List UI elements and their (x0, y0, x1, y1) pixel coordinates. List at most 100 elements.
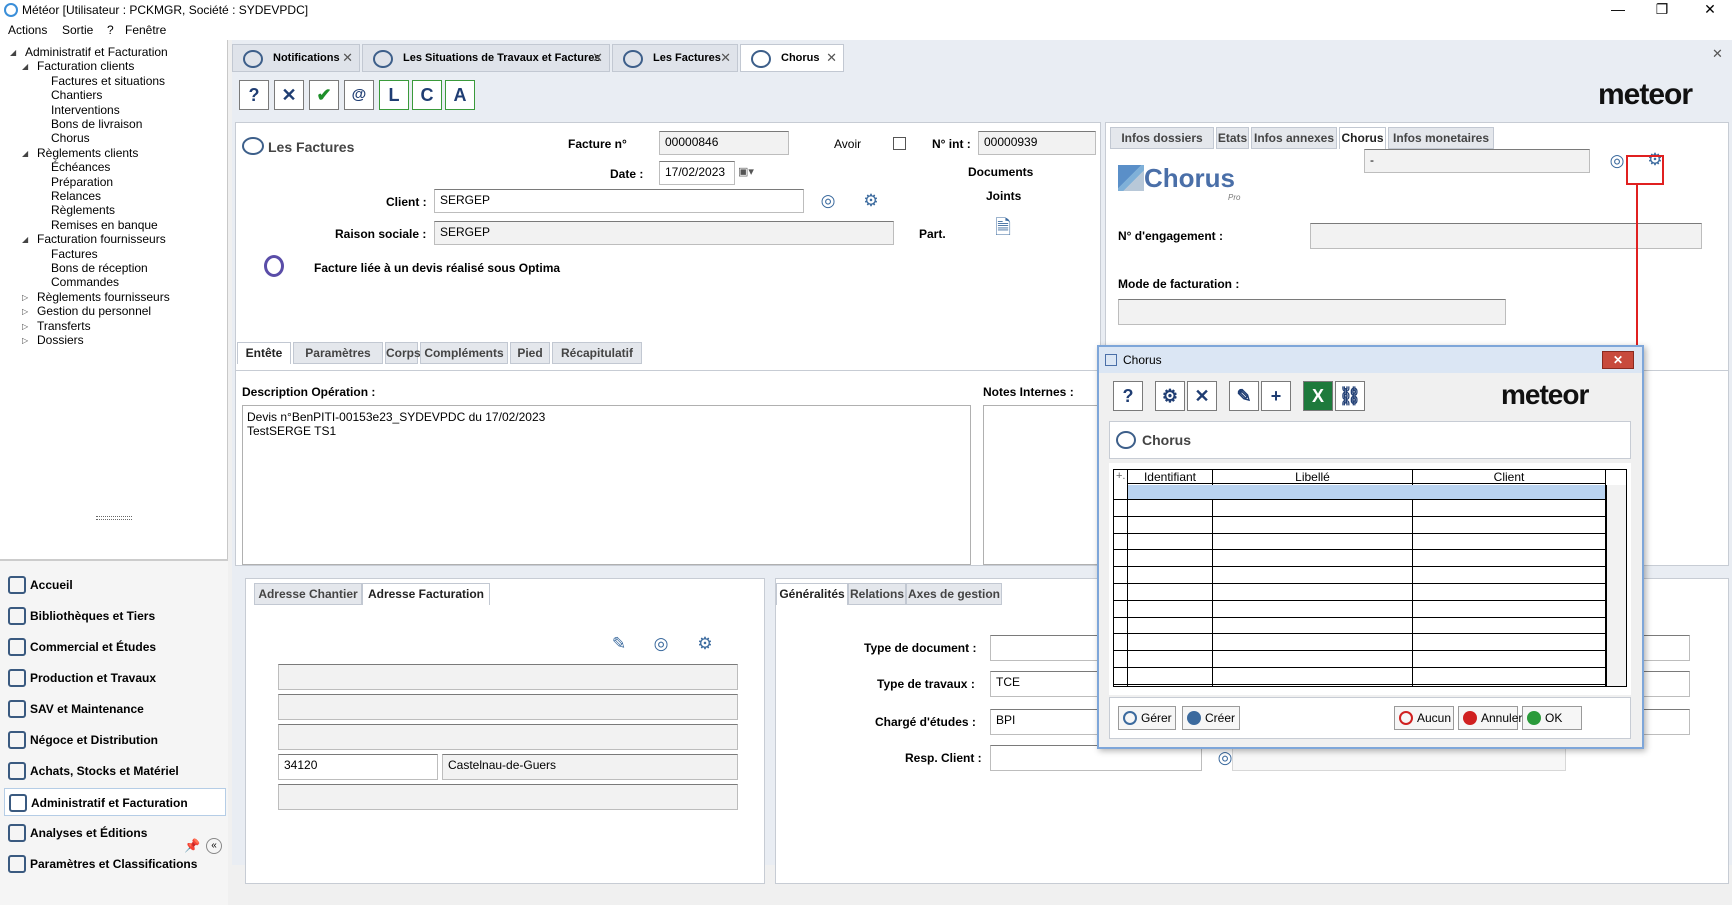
entete-tab[interactable]: Pied (510, 342, 550, 364)
tab-situations[interactable]: Les Situations de Travaux et Factures ✕ (362, 44, 610, 72)
close-icon[interactable]: ✕ (592, 51, 603, 65)
notebook-button[interactable]: @ (344, 80, 374, 110)
close-icon[interactable]: ✕ (826, 51, 837, 65)
client-settings-icon[interactable]: ⚙ (862, 192, 880, 210)
tree-item[interactable]: Dossiers (37, 333, 84, 347)
document-icon[interactable]: 🗎 (993, 218, 1013, 243)
edit-address-icon[interactable]: ✎ (610, 635, 628, 653)
address-line-3[interactable] (278, 724, 738, 750)
dialog-close-button[interactable]: ✕ (1602, 351, 1634, 369)
address-line-1[interactable] (278, 664, 738, 690)
tree-expander-icon[interactable]: ▷ (22, 307, 28, 316)
cancel-button[interactable]: ✕ (274, 80, 304, 110)
grid-add-icon[interactable]: +. (1116, 470, 1125, 482)
entete-tab[interactable]: Corps (385, 342, 421, 364)
tree-expander-icon[interactable]: ▷ (22, 336, 28, 345)
add-c-button[interactable]: C (412, 80, 442, 110)
nint-field[interactable]: 00000939 (978, 131, 1096, 155)
dialog-help-button[interactable]: ? (1113, 381, 1143, 411)
aucun-button[interactable]: Aucun (1394, 706, 1454, 730)
selected-row[interactable] (1128, 485, 1605, 499)
general-tab[interactable]: Axes de gestion (906, 583, 1002, 605)
tree-expander-icon[interactable]: ◢ (22, 149, 28, 158)
module-item[interactable]: Administratif et Facturation (4, 788, 226, 816)
module-item[interactable]: Production et Travaux (4, 664, 226, 692)
splitter-handle[interactable] (96, 516, 132, 520)
client-field[interactable]: SERGEP (434, 189, 804, 213)
module-item[interactable]: Négoce et Distribution (4, 726, 226, 754)
facture-number-field[interactable]: 00000846 (659, 131, 789, 155)
info-tab[interactable]: Infos annexes (1251, 127, 1337, 149)
date-field[interactable]: 17/02/2023 (659, 161, 735, 185)
address-tab[interactable]: Adresse Facturation (362, 583, 490, 605)
info-tab[interactable]: Infos monetaires (1388, 127, 1494, 149)
column-header-identifiant[interactable]: Identifiant (1128, 470, 1212, 484)
tree-item[interactable]: Commandes (51, 275, 119, 289)
tab-notifications[interactable]: Notifications ✕ (232, 44, 360, 72)
tab-factures[interactable]: Les Factures ✕ (612, 44, 738, 72)
entete-tab[interactable]: Compléments (420, 342, 508, 364)
entete-tab[interactable]: Récapitulatif (552, 342, 642, 364)
creer-button[interactable]: Créer (1182, 706, 1240, 730)
collapse-icon[interactable]: « (206, 838, 222, 854)
module-item[interactable]: Paramètres et Classifications (4, 850, 226, 878)
address-line-2[interactable] (278, 694, 738, 720)
info-tab[interactable]: Etats (1216, 127, 1249, 149)
dialog-settings-button[interactable]: ⚙ (1155, 381, 1185, 411)
tree-item[interactable]: Chantiers (51, 88, 102, 102)
tree-item[interactable]: Administratif et Facturation (25, 45, 168, 59)
module-item[interactable]: Achats, Stocks et Matériel (4, 757, 226, 785)
tree-expander-icon[interactable]: ▷ (22, 322, 28, 331)
tree-item[interactable]: Règlements (51, 203, 115, 217)
tree-expander-icon[interactable]: ▷ (22, 293, 28, 302)
address-tab[interactable]: Adresse Chantier (254, 583, 362, 605)
client-search-icon[interactable]: ◎ (819, 192, 837, 210)
entete-tab[interactable]: Paramètres (293, 342, 383, 364)
module-item[interactable]: Accueil (4, 571, 226, 599)
tree-item[interactable]: Échéances (51, 160, 110, 174)
close-window-button[interactable]: ✕ (1690, 0, 1730, 20)
column-header-libelle[interactable]: Libellé (1213, 470, 1412, 484)
dialog-excel-button[interactable]: X (1303, 381, 1333, 411)
module-item[interactable]: SAV et Maintenance (4, 695, 226, 723)
close-icon[interactable]: ✕ (720, 51, 731, 65)
calendar-icon[interactable]: ▣▾ (738, 165, 754, 178)
module-item[interactable]: Bibliothèques et Tiers (4, 602, 226, 630)
add-l-button[interactable]: L (379, 80, 409, 110)
chorus-grid[interactable]: +. Identifiant Libellé Client (1113, 469, 1627, 687)
tab-chorus[interactable]: Chorus ✕ (740, 44, 844, 72)
help-button[interactable]: ? (239, 80, 269, 110)
ok-button[interactable]: OK (1522, 706, 1582, 730)
tree-item[interactable]: Règlements fournisseurs (37, 290, 170, 304)
tree-item[interactable]: Bons de réception (51, 261, 148, 275)
entete-tab[interactable]: Entête (237, 342, 291, 364)
city-field[interactable]: Castelnau-de-Guers (442, 754, 738, 780)
avoir-checkbox[interactable] (893, 137, 906, 150)
tree-item[interactable]: Remises en banque (51, 218, 158, 232)
tree-item[interactable]: Facturation clients (37, 59, 134, 73)
minimize-button[interactable]: — (1598, 0, 1638, 20)
menu-help[interactable]: ? (107, 23, 114, 37)
general-tab[interactable]: Relations (848, 583, 906, 605)
annuler-button[interactable]: Annuler (1458, 706, 1522, 730)
add-a-button[interactable]: A (445, 80, 475, 110)
tree-item[interactable]: Transferts (37, 319, 91, 333)
grid-scrollbar[interactable] (1606, 485, 1626, 686)
description-textarea[interactable] (242, 405, 971, 565)
mode-facturation-field[interactable] (1118, 299, 1506, 325)
tree-item[interactable]: Factures et situations (51, 74, 165, 88)
chorus-search-icon[interactable]: ◎ (1608, 152, 1626, 170)
module-item[interactable]: Commercial et Études (4, 633, 226, 661)
tree-item[interactable]: Factures (51, 247, 98, 261)
info-tab[interactable]: Infos dossiers (1110, 127, 1214, 149)
column-header-client[interactable]: Client (1413, 470, 1605, 484)
close-all-tabs-icon[interactable]: ✕ (1712, 46, 1723, 62)
general-tab[interactable]: Généralités (776, 583, 848, 605)
tree-item[interactable]: Bons de livraison (51, 117, 142, 131)
dialog-link-button[interactable]: ⛓ (1335, 381, 1365, 411)
tree-item[interactable]: Interventions (51, 103, 120, 117)
pin-icon[interactable]: 📌 (184, 838, 200, 854)
tree-item[interactable]: Préparation (51, 175, 113, 189)
postal-code-field[interactable]: 34120 (278, 754, 438, 780)
tree-item[interactable]: Facturation fournisseurs (37, 232, 166, 246)
